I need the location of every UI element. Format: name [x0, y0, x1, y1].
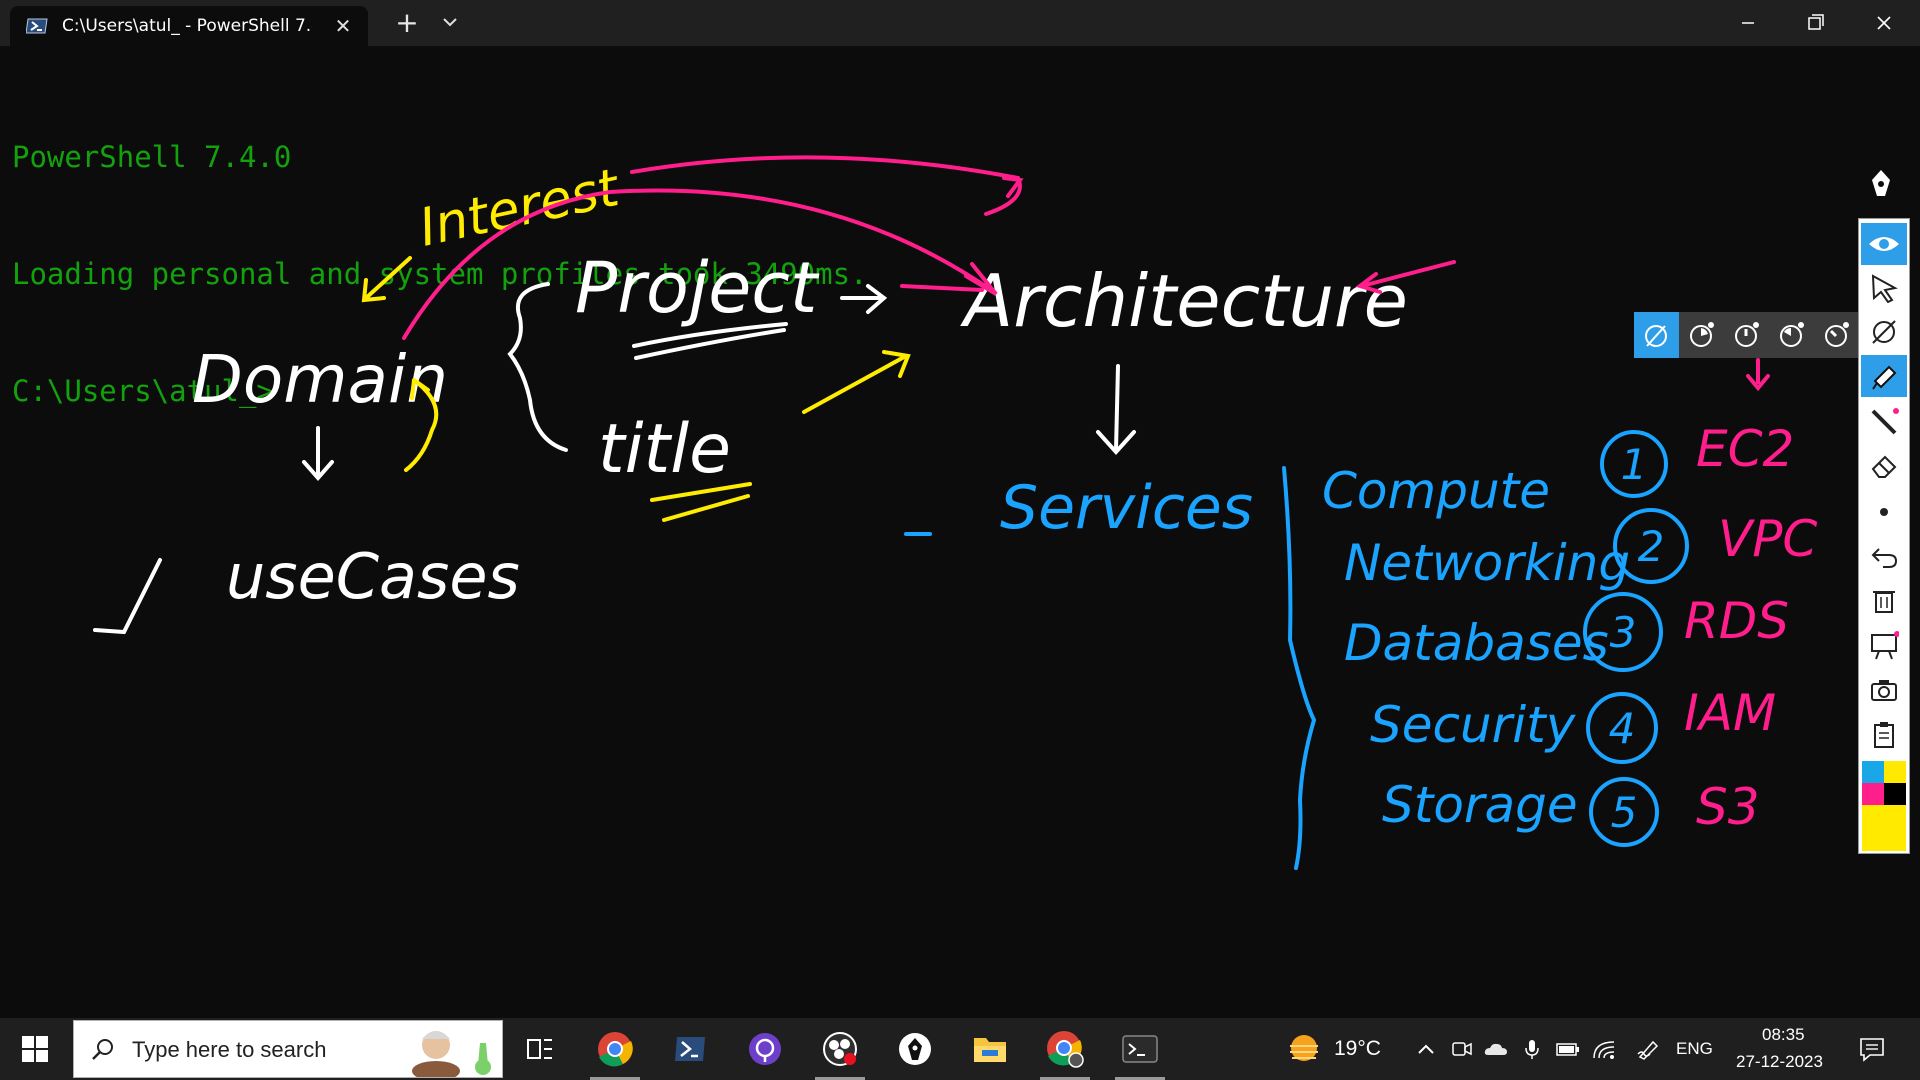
number-3: 3	[1610, 608, 1637, 657]
timer-bar	[1634, 312, 1858, 358]
search-highlight-illustration	[412, 1031, 491, 1077]
color-swatch-black[interactable]	[1884, 783, 1906, 805]
tab-title: C:\Users\atul_ - PowerShell 7.4	[62, 16, 312, 36]
windows-icon	[22, 1036, 48, 1062]
file-explorer-icon[interactable]	[953, 1018, 1027, 1080]
color-swatch-blue[interactable]	[1862, 761, 1884, 783]
clock-time[interactable]: 08:35	[1762, 1025, 1805, 1045]
number-1: 1	[1621, 440, 1648, 489]
search-box[interactable]: Type here to search	[73, 1020, 503, 1078]
category-compute: Compute	[1322, 462, 1550, 520]
highlighter-icon[interactable]	[1861, 355, 1907, 397]
number-5: 5	[1611, 788, 1638, 837]
category-networking: Networking	[1344, 534, 1630, 592]
powershell-icon[interactable]	[653, 1018, 727, 1080]
taskbar: Type here to search 19°C ENG 08:35 27-12…	[0, 1018, 1920, 1080]
service-rds: RDS	[1684, 592, 1789, 650]
undo-icon[interactable]	[1861, 535, 1907, 577]
chevron-up-icon[interactable]	[1414, 1038, 1438, 1060]
number-4: 4	[1609, 704, 1636, 753]
number-circle	[1583, 592, 1663, 672]
timer-4-icon[interactable]	[1813, 312, 1858, 358]
color-swatches	[1862, 761, 1906, 851]
start-button[interactable]	[0, 1018, 70, 1080]
service-ec2: EC2	[1696, 420, 1794, 478]
whiteboard-icon[interactable]	[1861, 625, 1907, 667]
arrow	[900, 284, 984, 292]
category-storage: Storage	[1382, 776, 1578, 834]
wifi-icon[interactable]	[1592, 1038, 1616, 1060]
close-icon[interactable]	[1850, 0, 1918, 46]
service-vpc: VPC	[1718, 510, 1817, 568]
close-tab-icon[interactable]: ✕	[332, 14, 354, 38]
current-color-preview	[1862, 805, 1906, 851]
terminal-line: Loading personal and system profiles too…	[12, 257, 868, 291]
camera-icon[interactable]	[1861, 669, 1907, 711]
usecases-label: useCases	[226, 540, 520, 613]
disable-ink-icon[interactable]	[1861, 311, 1907, 353]
clock-date[interactable]: 27-12-2023	[1736, 1052, 1823, 1072]
title-underline	[650, 482, 752, 522]
meet-now-icon[interactable]	[1450, 1038, 1474, 1060]
search-icon	[92, 1039, 113, 1060]
terminal-prompt: C:\Users\atul_>	[12, 374, 274, 408]
github-desktop-icon[interactable]	[728, 1018, 802, 1080]
down-arrow	[1096, 364, 1136, 455]
minimize-icon[interactable]	[1714, 0, 1782, 46]
timer-off-icon[interactable]	[1634, 312, 1679, 358]
number-circle	[1600, 430, 1668, 498]
task-view-icon[interactable]	[503, 1018, 577, 1080]
left-arrow	[1355, 260, 1456, 294]
number-circle	[1589, 777, 1659, 847]
timer-2-icon[interactable]	[1724, 312, 1769, 358]
chrome-profile-icon[interactable]	[1028, 1018, 1102, 1080]
visibility-eye-icon[interactable]	[1861, 223, 1907, 265]
new-tab-button[interactable]: +	[392, 6, 422, 40]
timer-3-icon[interactable]	[1768, 312, 1813, 358]
number-circle	[1586, 692, 1658, 764]
color-swatch-yellow[interactable]	[1884, 761, 1906, 783]
notifications-icon[interactable]	[1858, 1035, 1886, 1063]
clipboard-icon[interactable]	[1861, 713, 1907, 755]
terminal-line: PowerShell 7.4.0	[12, 140, 292, 174]
chrome-icon[interactable]	[578, 1018, 652, 1080]
terminal-tab[interactable]: C:\Users\atul_ - PowerShell 7.4 ✕	[10, 6, 368, 46]
down-arrow	[1746, 358, 1770, 392]
timer-1-icon[interactable]	[1679, 312, 1724, 358]
pen-logo-icon[interactable]	[1856, 160, 1906, 210]
language-indicator[interactable]: ENG	[1676, 1039, 1713, 1059]
onedrive-cloud-icon[interactable]	[1484, 1038, 1508, 1060]
pen-menu-icon[interactable]	[1636, 1038, 1660, 1060]
number-circle	[1613, 508, 1689, 584]
architecture-label: Architecture	[960, 259, 1408, 343]
search-placeholder: Type here to search	[132, 1037, 327, 1062]
services-label: Services	[1000, 473, 1253, 543]
pen-app-icon[interactable]	[878, 1018, 952, 1080]
line-icon[interactable]	[1861, 401, 1907, 443]
weather-temperature[interactable]: 19°C	[1334, 1037, 1381, 1061]
number-2: 2	[1638, 522, 1665, 571]
trash-icon[interactable]	[1861, 579, 1907, 621]
color-swatch-pink[interactable]	[1862, 783, 1884, 805]
terminal-icon[interactable]	[1103, 1018, 1177, 1080]
obs-icon[interactable]	[803, 1018, 877, 1080]
curly-brace	[1282, 466, 1317, 870]
category-security: Security	[1370, 696, 1577, 754]
terminal-output[interactable]: PowerShell 7.4.0 Loading personal and sy…	[12, 60, 868, 450]
title-bar: C:\Users\atul_ - PowerShell 7.4 ✕ +	[0, 0, 1920, 46]
check-mark	[93, 558, 162, 635]
category-databases: Databases	[1344, 614, 1609, 672]
chevron-down-icon[interactable]	[440, 10, 460, 34]
service-s3: S3	[1696, 778, 1760, 836]
powershell-icon	[26, 18, 48, 34]
eraser-icon[interactable]	[1861, 445, 1907, 487]
pointer-icon[interactable]	[1861, 267, 1907, 309]
service-iam: IAM	[1684, 684, 1776, 742]
microphone-icon[interactable]	[1520, 1038, 1544, 1060]
dot-icon[interactable]	[1861, 491, 1907, 533]
pen-toolbar	[1858, 218, 1910, 854]
battery-icon[interactable]	[1556, 1038, 1580, 1060]
maximize-icon[interactable]	[1782, 0, 1850, 46]
weather-sunny-haze-icon[interactable]	[1286, 1032, 1322, 1066]
